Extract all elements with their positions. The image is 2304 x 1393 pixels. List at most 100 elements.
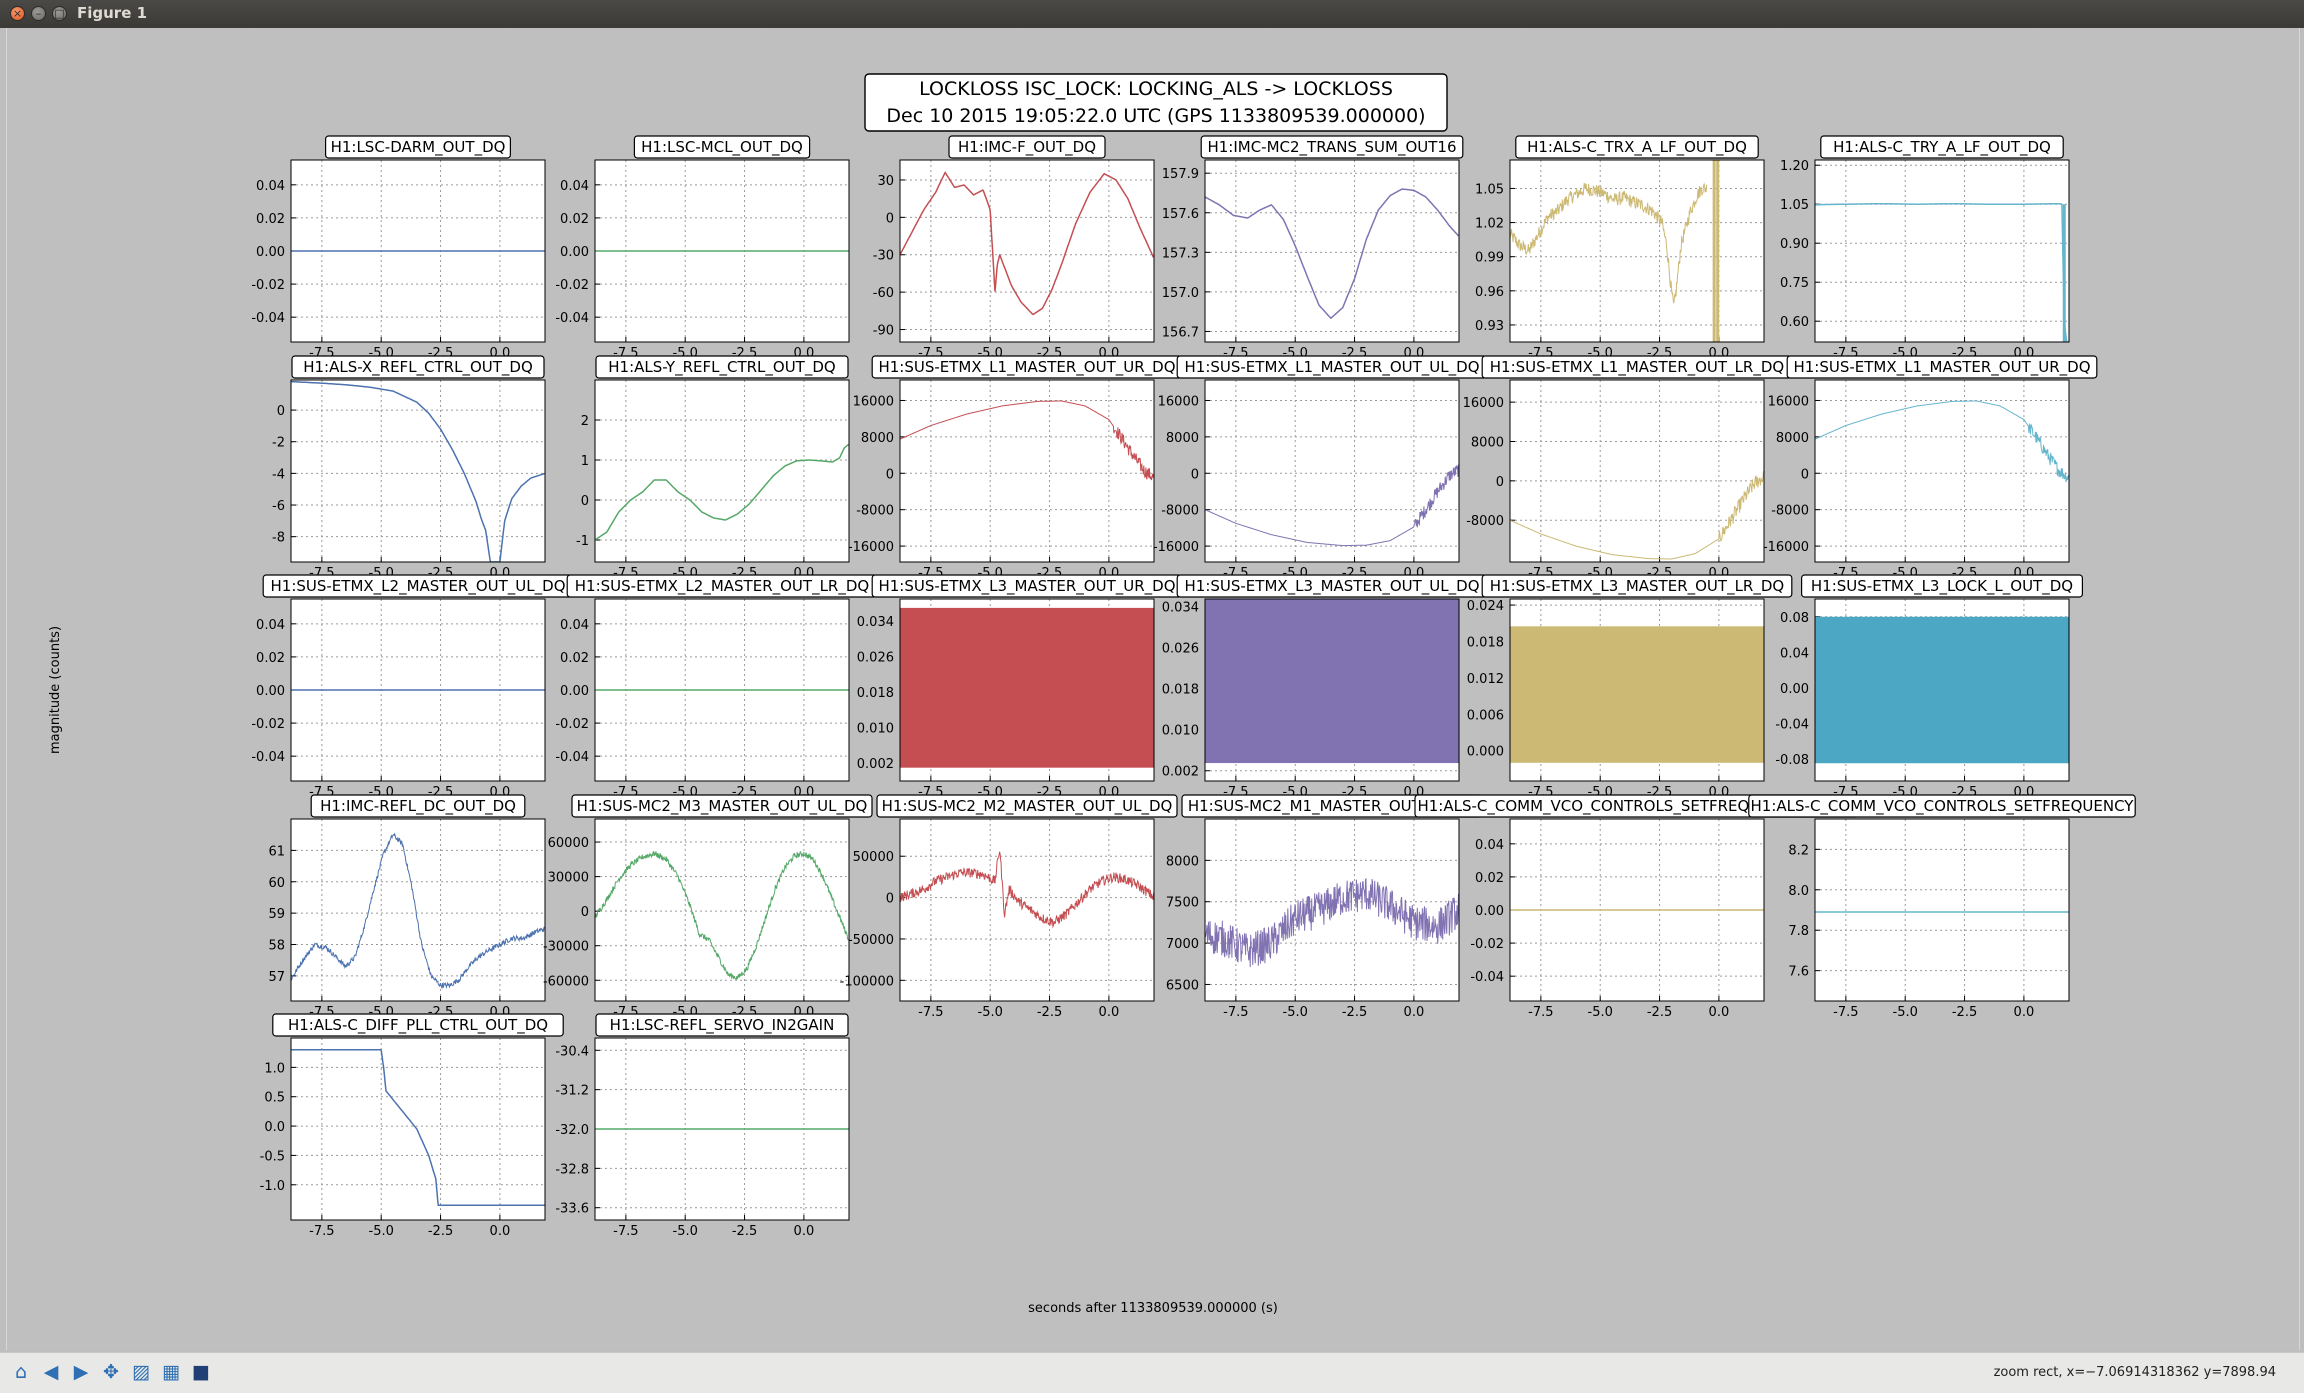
y-tick-label: 30 [877,174,894,189]
subplot-title: H1:ALS-C_DIFF_PLL_CTRL_OUT_DQ [272,1013,564,1037]
y-tick-label: 0 [581,494,589,509]
y-tick-label: -0.04 [555,750,589,765]
y-tick-label: 0.02 [1475,871,1504,886]
x-tick-label: -2.5 [1952,1005,1977,1020]
y-tick-label: 0 [1191,467,1199,482]
subplot-title: H1:LSC-REFL_SERVO_IN2GAIN [595,1013,849,1037]
y-tick-label: 0.000 [1467,745,1504,760]
figure-title-line1: LOCKLOSS ISC_LOCK: LOCKING_ALS -> LOCKLO… [919,78,1393,100]
subplot-title-text: H1:IMC-F_OUT_DQ [958,138,1096,157]
y-tick-label: 157.3 [1162,246,1199,261]
subplot-1: -7.5 -5.0 -2.5 0.00.040.020.00-0.02-0.04H1:… [251,135,546,361]
subplot-title-text: H1:SUS-ETMX_L2_MASTER_OUT_LR_DQ [575,577,869,596]
subplot-title: H1:LSC-MCL_OUT_DQ [633,135,811,159]
figure-canvas[interactable]: LOCKLOSS ISC_LOCK: LOCKING_ALS -> LOCKLO… [6,28,2300,1350]
y-tick-label: 0.5 [264,1091,285,1106]
y-tick-label: 16000 [1463,396,1504,411]
subplot-title-text: H1:SUS-ETMX_L1_MASTER_OUT_UR_DQ [878,358,1175,377]
subplot-title-text: H1:ALS-C_TRX_A_LF_OUT_DQ [1527,138,1747,157]
y-tick-label: -33.6 [555,1202,589,1217]
y-tick-label: 8000 [1166,431,1199,446]
y-tick-label: 0.034 [1162,601,1199,616]
figure-title: LOCKLOSS ISC_LOCK: LOCKING_ALS -> LOCKLO… [864,73,1448,132]
x-tick-label: -7.5 [1833,1005,1858,1020]
y-tick-label: -0.04 [251,311,285,326]
plot-area [291,1038,545,1220]
subplot-23: -7.5 -5.0 -2.5 0.00.040.020.00-0.02-0.04H1:… [1414,794,1860,1020]
subplot-title: H1:IMC-F_OUT_DQ [948,135,1106,159]
y-tick-label: -4 [272,467,285,482]
subplot-8: -7.5 -5.0 -2.5 0.0210-1H1:ALS-Y_REFL_CTRL_O… [576,355,850,581]
y-tick-label: 157.0 [1162,286,1199,301]
y-tick-label: 2 [581,414,589,429]
x-axis-label: seconds after 1133809539.000000 (s) [1028,1301,1278,1316]
y-tick-label: -32.8 [555,1162,589,1177]
minimize-button[interactable]: – [31,6,46,21]
y-tick-label: -0.04 [555,311,589,326]
subplot-title-text: H1:SUS-ETMX_L3_MASTER_OUT_UL_DQ [1185,577,1480,596]
y-tick-label: -0.08 [1775,753,1809,768]
y-tick-label: 0 [277,404,285,419]
subplot-title: H1:IMC-MC2_TRANS_SUM_OUT16 [1200,135,1464,159]
y-tick-label: 0.018 [1162,683,1199,698]
subplot-12: -7.5 -5.0 -2.5 0.01600080000-8000-16000H1:S… [1763,355,2098,581]
window-title: Figure 1 [77,4,148,22]
subplot-title: H1:SUS-MC2_M2_MASTER_OUT_UL_DQ [876,794,1178,818]
subplot-3: -7.5 -5.0 -2.5 0.0300-30-60-90H1:IMC-F_OUT_… [873,135,1155,361]
y-tick-label: 0.00 [256,684,285,699]
y-tick-label: 0.93 [1475,319,1504,334]
subplots-icon: ▦ [162,1361,180,1383]
y-tick-label: 0.04 [1780,646,1809,661]
figure-title-line2: Dec 10 2015 19:05:22.0 UTC (GPS 11338095… [886,105,1425,127]
plot-area [291,380,545,562]
close-button[interactable]: × [10,6,25,21]
y-tick-label: 0.002 [857,757,894,772]
y-tick-label: 0.02 [256,212,285,227]
forward-button[interactable]: ▶ [68,1359,94,1385]
subplot-title-text: H1:SUS-ETMX_L1_MASTER_OUT_UL_DQ [1185,358,1480,377]
y-tick-label: 0.024 [1467,599,1504,614]
plot-area [1205,160,1459,342]
y-tick-label: 0.010 [857,722,894,737]
plot-area [1815,160,2069,342]
x-tick-label: -5.0 [978,1005,1003,1020]
home-button[interactable]: ⌂ [8,1359,34,1385]
y-tick-label: 157.6 [1162,207,1199,222]
y-tick-label: 0.010 [1162,724,1199,739]
y-tick-label: 0.0 [264,1120,285,1135]
y-tick-label: 60 [268,876,285,891]
save-button[interactable]: ■ [188,1359,214,1385]
zoom-button[interactable]: ▨ [128,1359,154,1385]
x-tick-label: -7.5 [1528,1005,1553,1020]
subplot-21: -7.5 -5.0 -2.5 0.0 50000 0 -50000 -100000 H1:SUS… [840,794,1178,1020]
y-tick-label: -0.02 [555,717,589,732]
y-tick-label: 57 [268,970,285,985]
y-tick-label: 7500 [1166,896,1199,911]
x-tick-label: -7.5 [309,1224,334,1239]
maximize-icon: □ [54,7,65,20]
maximize-button[interactable]: □ [52,6,67,21]
subplot-10: -7.5 -5.0 -2.5 0.01600080000-8000-16000H1:S… [1153,355,1488,581]
subplots-button[interactable]: ▦ [158,1359,184,1385]
figure-svg[interactable]: LOCKLOSS ISC_LOCK: LOCKING_ALS -> LOCKLO… [7,28,2299,1350]
y-tick-label: 0.75 [1780,276,1809,291]
series-band [900,607,1154,768]
y-tick-label: 0 [886,467,894,482]
y-tick-label: 8.0 [1788,884,1809,899]
y-tick-label: 0.002 [1162,765,1199,780]
status-readout: zoom rect, x=−7.06914318362 y=7898.94 [1993,1365,2276,1380]
subplot-title: H1:SUS-ETMX_L1_MASTER_OUT_UL_DQ [1176,355,1488,379]
y-tick-label: 8000 [1166,854,1199,869]
y-tick-label: 8000 [1776,431,1809,446]
series-band [1510,626,1764,763]
save-icon: ■ [192,1361,210,1383]
y-tick-label: 8.2 [1788,843,1809,858]
plot-area [900,380,1154,562]
navigation-toolbar: ⌂ ◀ ▶ ✥ ▨ ▦ ■ zoom rect, x=−7.06914318362 y=78… [0,1352,2304,1393]
subplot-11: -7.5 -5.0 -2.5 0.01600080000-8000H1:SUS-ETM… [1463,355,1793,581]
back-button[interactable]: ◀ [38,1359,64,1385]
subplot-title: H1:ALS-X_REFL_CTRL_OUT_DQ [291,355,545,379]
subplot-title-text: H1:LSC-DARM_OUT_DQ [331,138,506,157]
y-tick-label: 16000 [1768,394,1809,409]
pan-button[interactable]: ✥ [98,1359,124,1385]
